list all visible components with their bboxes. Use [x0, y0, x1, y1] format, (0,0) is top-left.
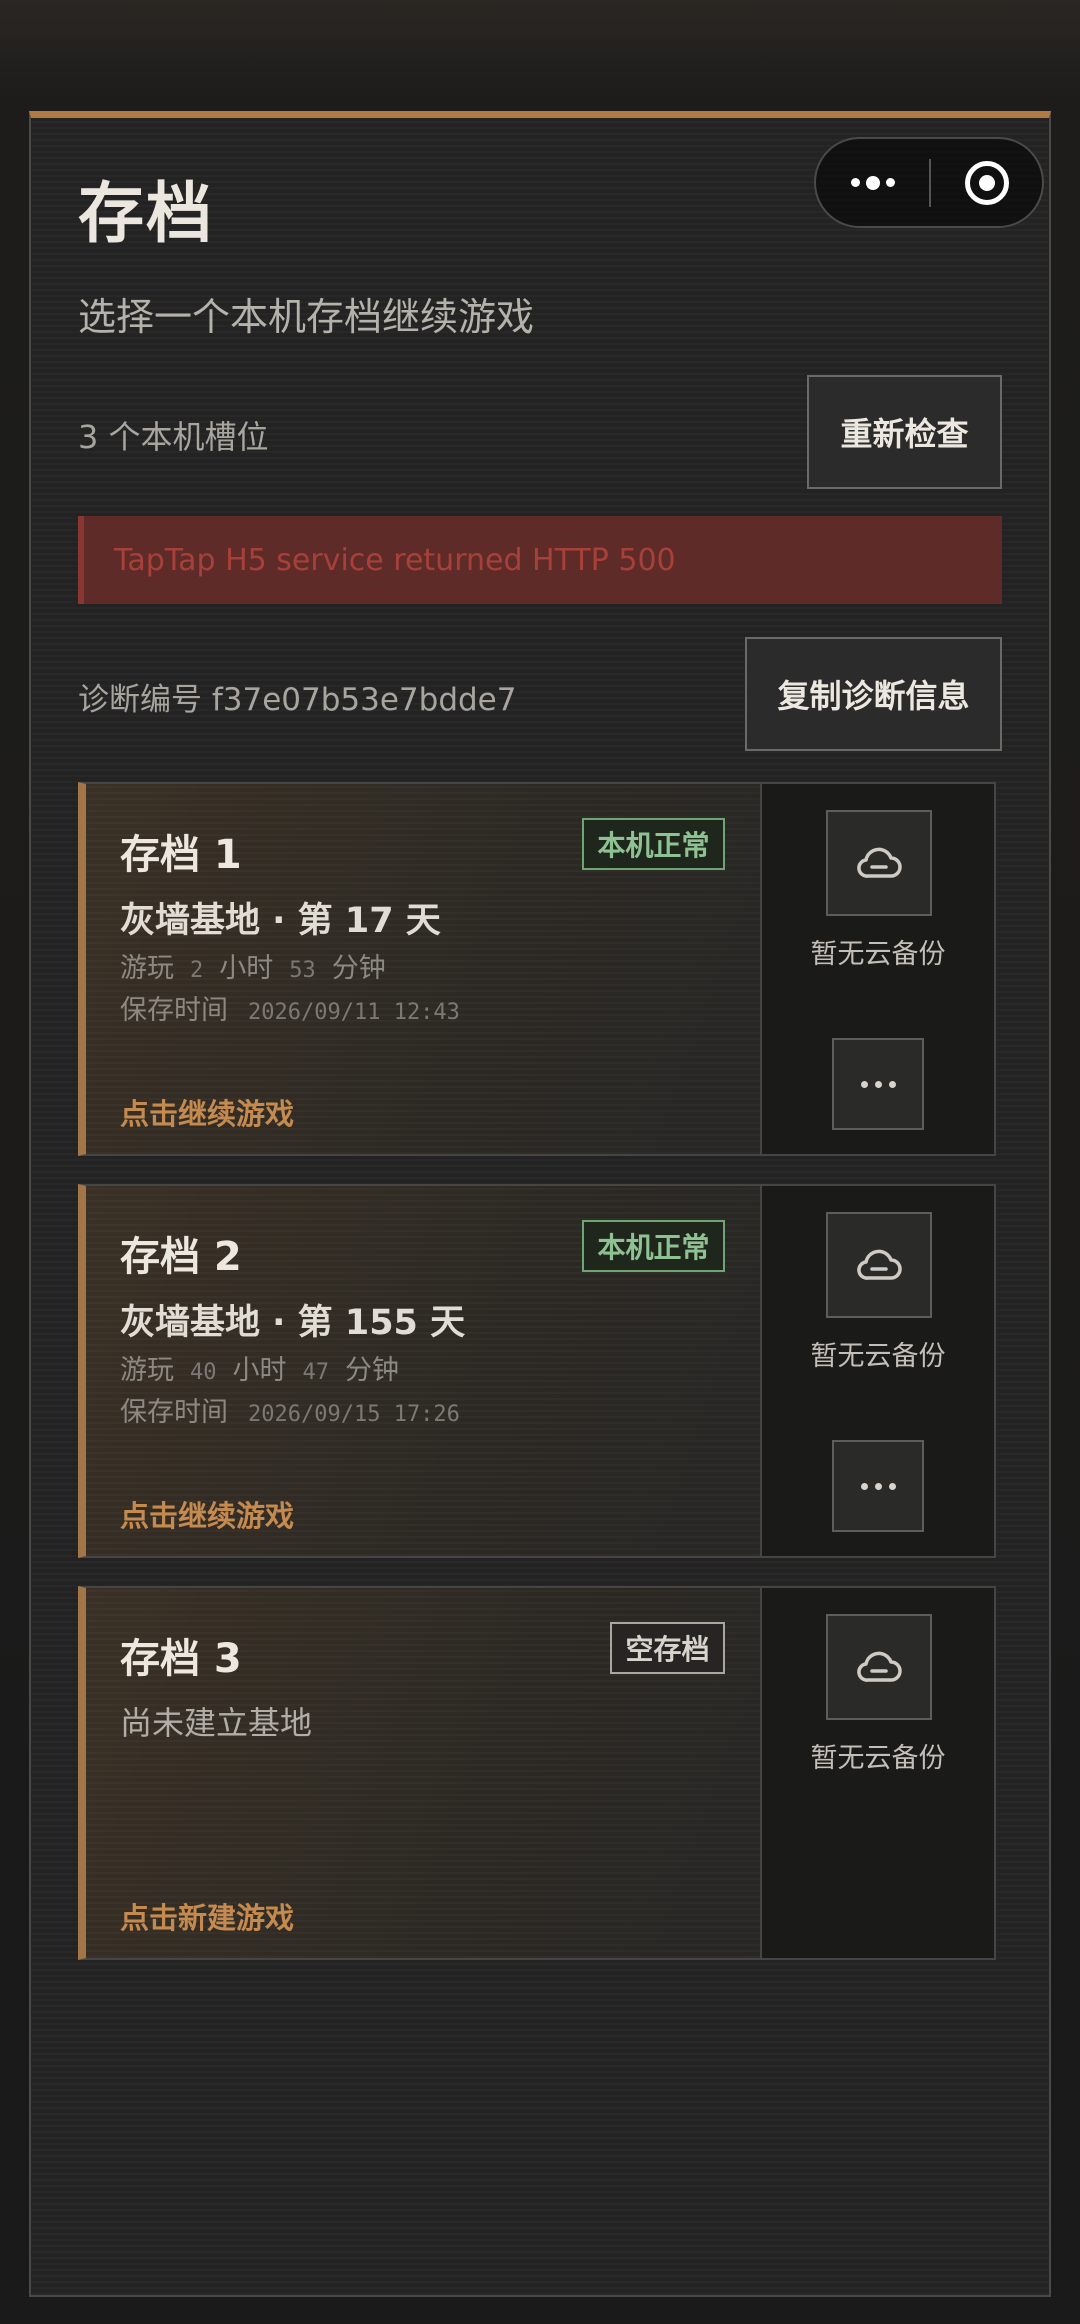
cloud-backup-panel: 暂无云备份 [760, 1588, 994, 1958]
cloud-minus-icon [857, 1651, 902, 1682]
save-time-label: 保存时间 [120, 1397, 228, 1428]
status-badge: 本机正常 [582, 1220, 725, 1272]
cloud-backup-panel: 暂无云备份 [760, 784, 994, 1154]
playtime-minutes: 53 [289, 958, 316, 983]
diagnostic-id: 诊断编号 f37e07b53e7bdde7 [78, 682, 517, 718]
playtime-hours: 40 [190, 1360, 217, 1385]
save-time-value: 2026/09/11 12:43 [248, 1000, 460, 1025]
empty-slot-text: 尚未建立基地 [120, 1704, 313, 1742]
minutes-unit: 分钟 [331, 953, 386, 984]
cloud-minus-icon [857, 847, 902, 878]
save-slot-1: 存档 1 本机正常 灰墙基地 · 第 17 天 游玩 2 小时 53 分钟 保存时间 20… [78, 782, 996, 1156]
cloud-backup-button[interactable] [826, 1212, 932, 1318]
slot-name: 存档 3 [120, 1636, 242, 1682]
slot-name: 存档 1 [120, 832, 242, 878]
playtime: 游玩 2 小时 53 分钟 [120, 946, 386, 985]
playtime-label: 游玩 [120, 1355, 174, 1386]
hours-unit: 小时 [219, 953, 274, 984]
cloud-backup-label: 暂无云备份 [810, 1341, 946, 1372]
continue-game-link[interactable]: 点击继续游戏 [120, 1493, 294, 1535]
recheck-button[interactable]: 重新检查 [807, 375, 1002, 489]
capsule-divider [929, 159, 931, 207]
save-slot-2-continue-area[interactable]: 存档 2 本机正常 灰墙基地 · 第 155 天 游玩 40 小时 47 分钟 保存时间… [86, 1186, 760, 1556]
slot-count: 3 个本机槽位 [78, 418, 269, 456]
error-banner: TapTap H5 service returned HTTP 500 [78, 516, 1002, 604]
save-slot-2: 存档 2 本机正常 灰墙基地 · 第 155 天 游玩 40 小时 47 分钟 保存时间… [78, 1184, 996, 1558]
copy-diagnostics-button[interactable]: 复制诊断信息 [745, 637, 1002, 751]
slot-menu-button[interactable] [832, 1038, 924, 1130]
save-time-value: 2026/09/15 17:26 [248, 1402, 460, 1427]
more-dots-icon[interactable] [816, 139, 930, 226]
save-slot-3: 存档 3 空存档 尚未建立基地 点击新建游戏 暂无云备份 [78, 1586, 996, 1960]
cloud-minus-icon [857, 1249, 902, 1280]
save-time-label: 保存时间 [120, 995, 228, 1026]
target-circle-icon[interactable] [965, 161, 1009, 205]
base-info: 灰墙基地 · 第 17 天 [120, 901, 441, 941]
page-title: 存档 [78, 175, 214, 252]
playtime-minutes: 47 [302, 1360, 330, 1385]
page-subtitle: 选择一个本机存档继续游戏 [78, 295, 535, 339]
ellipsis-icon [860, 1482, 868, 1490]
new-game-link[interactable]: 点击新建游戏 [120, 1895, 294, 1937]
playtime: 游玩 40 小时 47 分钟 [120, 1348, 399, 1387]
save-time: 保存时间 2026/09/15 17:26 [120, 1390, 460, 1429]
status-badge: 空存档 [610, 1622, 725, 1674]
error-message: TapTap H5 service returned HTTP 500 [114, 542, 676, 578]
minutes-unit: 分钟 [345, 1355, 399, 1386]
slot-menu-button[interactable] [832, 1440, 924, 1532]
hours-unit: 小时 [232, 1355, 287, 1386]
playtime-label: 游玩 [120, 953, 174, 984]
playtime-hours: 2 [190, 958, 204, 983]
mini-program-capsule [814, 137, 1044, 228]
base-info: 灰墙基地 · 第 155 天 [120, 1303, 466, 1343]
cloud-backup-label: 暂无云备份 [810, 939, 946, 970]
cloud-backup-label: 暂无云备份 [810, 1743, 946, 1774]
save-time: 保存时间 2026/09/11 12:43 [120, 988, 460, 1027]
status-badge: 本机正常 [582, 818, 725, 870]
slot-name: 存档 2 [120, 1234, 242, 1280]
save-slot-3-new-game-area[interactable]: 存档 3 空存档 尚未建立基地 点击新建游戏 [86, 1588, 760, 1958]
ellipsis-icon [860, 1080, 868, 1088]
continue-game-link[interactable]: 点击继续游戏 [120, 1091, 294, 1133]
save-slot-1-continue-area[interactable]: 存档 1 本机正常 灰墙基地 · 第 17 天 游玩 2 小时 53 分钟 保存时间 20… [86, 784, 760, 1154]
cloud-backup-panel: 暂无云备份 [760, 1186, 994, 1556]
cloud-backup-button[interactable] [826, 1614, 932, 1720]
cloud-backup-button[interactable] [826, 810, 932, 916]
